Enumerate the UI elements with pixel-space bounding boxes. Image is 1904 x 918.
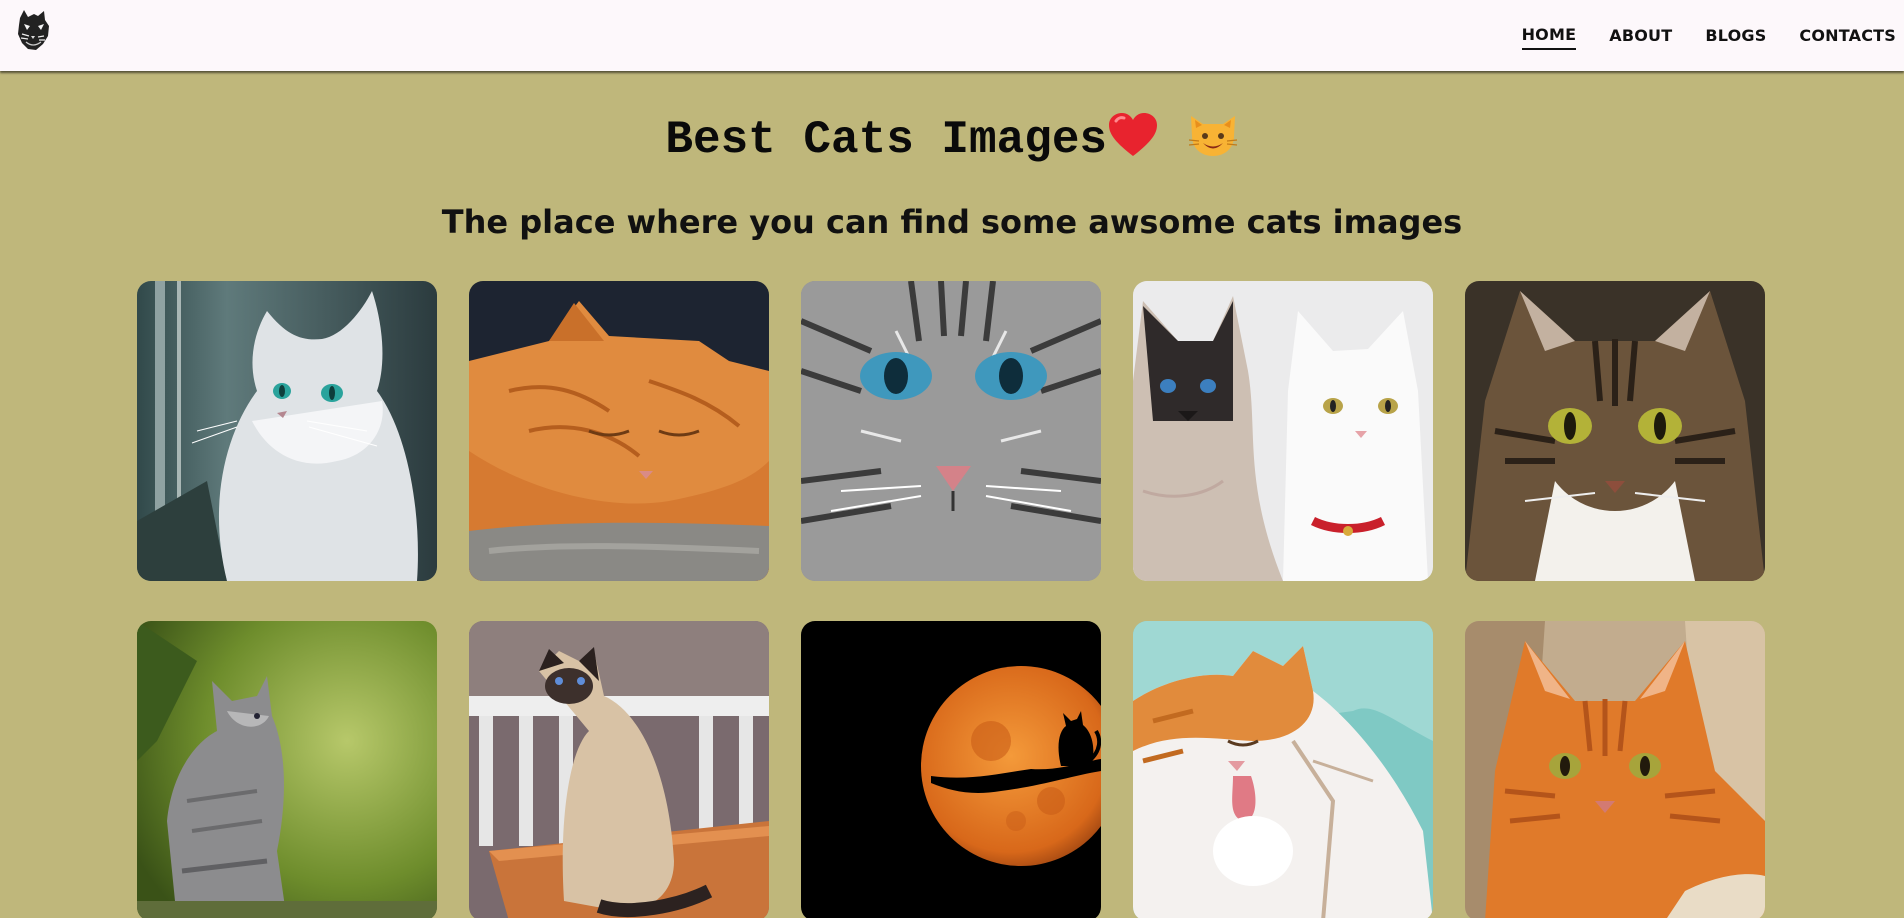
gallery-image[interactable] (137, 621, 437, 918)
grinning-cat-icon (1187, 112, 1239, 172)
gallery-image[interactable] (1133, 281, 1433, 581)
grey-tabby-closeup-photo (801, 281, 1101, 581)
red-heart-icon (1107, 112, 1159, 172)
cat-licking-paw-photo (1133, 621, 1433, 918)
gallery-image[interactable] (1465, 281, 1765, 581)
nav-contacts-link[interactable]: CONTACTS (1799, 20, 1896, 49)
gallery-image[interactable] (1133, 621, 1433, 918)
nav-blogs-link[interactable]: BLOGS (1705, 20, 1766, 49)
siamese-cat-sitting-photo (469, 621, 769, 918)
cat-image-gallery (137, 281, 1765, 918)
brown-tabby-cat-photo (1465, 281, 1765, 581)
nav-about-link[interactable]: ABOUT (1609, 20, 1672, 49)
gallery-image[interactable] (137, 281, 437, 581)
sleeping-orange-cat-photo (469, 281, 769, 581)
siamese-and-white-cats-photo (1133, 281, 1433, 581)
page-title: Best Cats Images (0, 112, 1904, 172)
gallery-image[interactable] (801, 281, 1101, 581)
ginger-cat-lying-photo (1465, 621, 1765, 918)
gallery-image[interactable] (1465, 621, 1765, 918)
page-subtitle: The place where you can find some awsome… (441, 203, 1463, 241)
gallery-image[interactable] (469, 281, 769, 581)
gallery-image[interactable] (801, 621, 1101, 918)
nav-home-link[interactable]: HOME (1521, 19, 1577, 50)
fluffy-white-cat-photo (137, 281, 437, 581)
grey-kitten-photo (137, 621, 437, 918)
cat-head-logo-icon[interactable] (14, 8, 52, 54)
page-title-text: Best Cats Images (665, 114, 1108, 166)
gallery-image[interactable] (469, 621, 769, 918)
navbar: HOME ABOUT BLOGS CONTACTS (0, 0, 1904, 71)
cat-silhouette-moon-photo (801, 621, 1101, 918)
nav-menu: HOME ABOUT BLOGS CONTACTS (1521, 0, 1904, 68)
